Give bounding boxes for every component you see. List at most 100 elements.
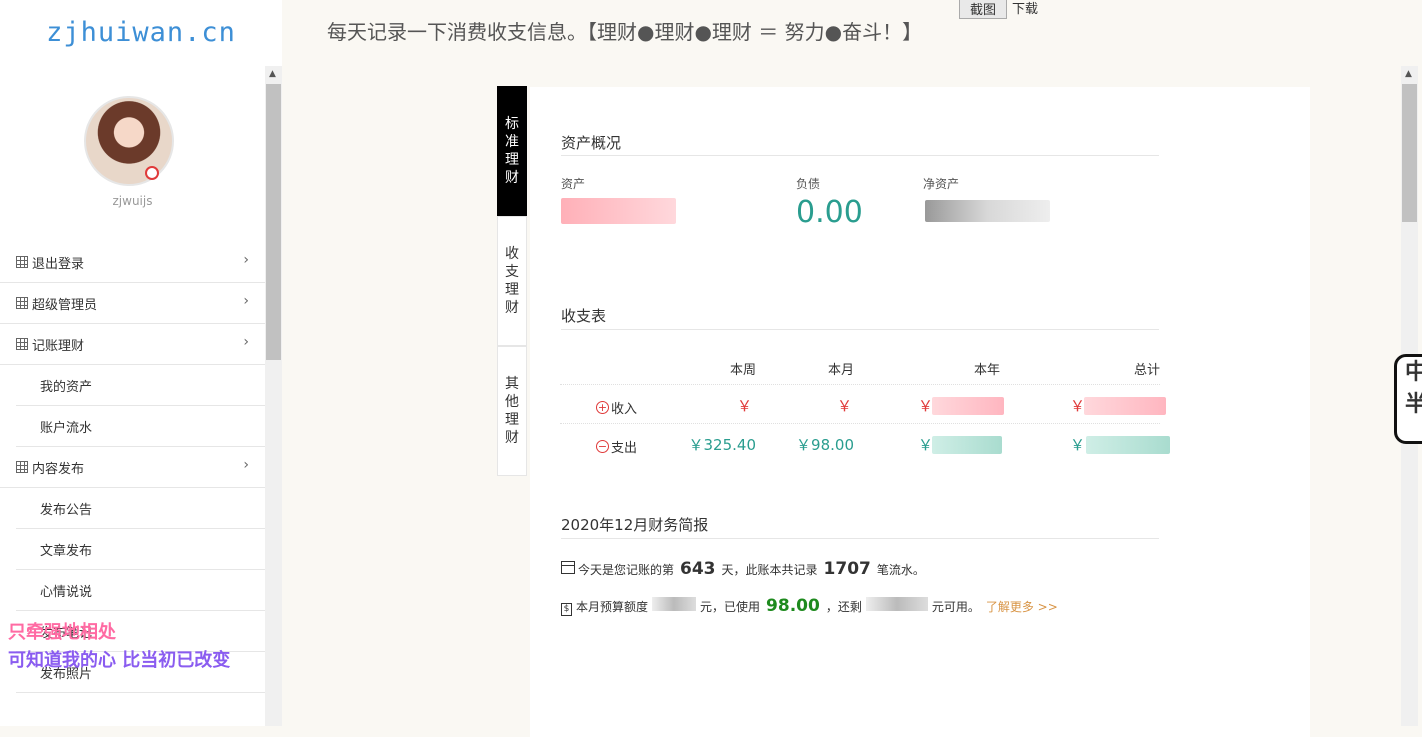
sidebar-subitem-account-flow[interactable]: 账户流水 xyxy=(16,406,265,447)
days-count: 643 xyxy=(680,559,716,579)
expense-row-label: − 支出 xyxy=(596,437,637,456)
divider xyxy=(561,538,1159,539)
username: zjwuijs xyxy=(112,194,153,208)
widget-glyph: 半 xyxy=(1405,392,1422,417)
used-amount: 98.00 xyxy=(766,596,820,616)
scroll-up-icon[interactable]: ▲ xyxy=(1405,69,1412,79)
page-slogan: 每天记录一下消费收支信息。【理财●理财●理财 ＝ 努力●奋斗！】 xyxy=(327,20,923,44)
brand-logo[interactable]: zjhuiwan.cn xyxy=(0,0,282,64)
sidebar-subitem-label: 账户流水 xyxy=(40,420,93,436)
grid-icon xyxy=(16,297,28,309)
chevron-right-icon: › xyxy=(243,457,249,473)
expense-month: ￥98.00 xyxy=(796,436,854,454)
tab-income-expense[interactable]: 收支理财 xyxy=(497,216,527,346)
tab-standard-finance[interactable]: 标准理财 xyxy=(497,86,527,216)
records-count: 1707 xyxy=(823,559,871,579)
income-total-redacted xyxy=(1084,397,1166,415)
screenshot-button[interactable]: 截图 xyxy=(959,0,1007,19)
lyric-line: 只牵强地相处 xyxy=(8,622,116,643)
remaining-redacted xyxy=(865,597,928,611)
sidebar-subitem-my-assets[interactable]: 我的资产 xyxy=(16,365,265,406)
sidebar-subitem-label: 我的资产 xyxy=(40,379,93,395)
sidebar-item-label: 退出登录 xyxy=(32,256,85,272)
net-assets-label: 净资产 xyxy=(923,177,960,191)
download-link[interactable]: 下载 xyxy=(1012,0,1038,17)
income-row-label: + 收入 xyxy=(596,398,637,417)
section-title-ledger: 收支表 xyxy=(561,307,607,325)
report-days-line: 今天是您记账的第 643 天，此账本共记录 1707 笔流水。 xyxy=(561,559,925,579)
grid-icon xyxy=(16,461,28,473)
section-title-report: 2020年12月财务简报 xyxy=(561,516,709,534)
report-text: 元，已使用 xyxy=(700,600,761,614)
scrollbar-thumb[interactable] xyxy=(1402,84,1417,222)
expense-week: ￥325.40 xyxy=(688,436,757,454)
widget-glyph: 中 xyxy=(1405,360,1422,385)
report-text: 今天是您记账的第 xyxy=(578,563,675,577)
tab-label: 收支理财 xyxy=(505,246,519,316)
learn-more-link[interactable]: 了解更多 >> xyxy=(986,598,1058,615)
status-badge-icon xyxy=(145,166,159,180)
column-header-total: 总计 xyxy=(1133,363,1160,378)
debt-label: 负债 xyxy=(796,177,821,191)
row-divider xyxy=(560,423,1160,424)
income-month: ￥ xyxy=(836,397,852,415)
report-text: 天，此账本共记录 xyxy=(721,563,818,577)
divider xyxy=(561,155,1159,156)
report-text: ，还剩 xyxy=(825,600,862,614)
sidebar-item-label: 内容发布 xyxy=(32,461,85,477)
divider xyxy=(561,329,1159,330)
sidebar-subitem-mood[interactable]: 心情说说 xyxy=(16,570,265,611)
sidebar-item-super-admin[interactable]: 超级管理员 › xyxy=(0,283,265,324)
report-text: 笔流水。 xyxy=(876,563,925,577)
sidebar-subitem-label: 心情说说 xyxy=(40,584,93,600)
expense-year: ￥ xyxy=(918,436,934,454)
asset-value-redacted xyxy=(561,198,676,224)
expense-total-redacted xyxy=(1086,436,1170,454)
column-header-year: 本年 xyxy=(973,363,1000,378)
net-assets-value-redacted xyxy=(925,200,1050,222)
column-header-week: 本周 xyxy=(729,363,756,378)
calendar-icon xyxy=(561,561,575,574)
tab-label: 标准理财 xyxy=(505,116,519,186)
row-divider xyxy=(560,384,1160,385)
sidebar-subitem-label: 文章发布 xyxy=(40,543,93,559)
chevron-right-icon: › xyxy=(243,252,249,268)
grid-icon xyxy=(16,256,28,268)
lyric-line: 可知道我的心 比当初已改变 xyxy=(8,650,231,671)
column-header-month: 本月 xyxy=(827,363,854,378)
sidebar-scrollbar[interactable]: ▲ xyxy=(265,66,282,726)
income-year: ￥ xyxy=(918,397,934,415)
section-title-assets: 资产概况 xyxy=(561,134,622,152)
plus-circle-icon: + xyxy=(596,401,609,414)
money-icon: $ xyxy=(561,602,572,616)
sidebar-item-logout[interactable]: 退出登录 › xyxy=(0,242,265,283)
expense-total: ￥ xyxy=(1070,436,1086,454)
tab-other-finance[interactable]: 其他理财 xyxy=(497,346,527,476)
sidebar-item-label: 记账理财 xyxy=(32,338,85,354)
sidebar-subitem-label: 发布公告 xyxy=(40,502,93,518)
floating-widget[interactable]: 中 半 xyxy=(1394,354,1422,444)
budget-redacted xyxy=(652,597,697,611)
chevron-right-icon: › xyxy=(243,334,249,350)
income-label: 收入 xyxy=(611,402,638,417)
income-week: ￥ xyxy=(736,397,752,415)
sidebar-item-finance[interactable]: 记账理财 › xyxy=(0,324,265,365)
grid-icon xyxy=(16,338,28,350)
tab-label: 其他理财 xyxy=(505,376,519,446)
sidebar-subitem-announcement[interactable]: 发布公告 xyxy=(16,488,265,529)
avatar[interactable] xyxy=(84,96,174,186)
debt-value: 0.00 xyxy=(796,195,863,230)
scrollbar-thumb[interactable] xyxy=(266,84,281,360)
income-total: ￥ xyxy=(1070,397,1086,415)
report-text: 本月预算额度 xyxy=(576,600,649,614)
sidebar-subitem-article[interactable]: 文章发布 xyxy=(16,529,265,570)
income-year-redacted xyxy=(932,397,1004,415)
chevron-right-icon: › xyxy=(243,293,249,309)
scroll-up-icon[interactable]: ▲ xyxy=(269,69,276,79)
minus-circle-icon: − xyxy=(596,440,609,453)
report-budget-line: $ 本月预算额度 元，已使用 98.00 ，还剩 元可用。 了解更多 >> xyxy=(561,596,1058,616)
asset-label: 资产 xyxy=(561,177,586,191)
sidebar-item-content-publish[interactable]: 内容发布 › xyxy=(0,447,265,488)
report-text: 元可用。 xyxy=(931,600,980,614)
expense-year-redacted xyxy=(932,436,1002,454)
